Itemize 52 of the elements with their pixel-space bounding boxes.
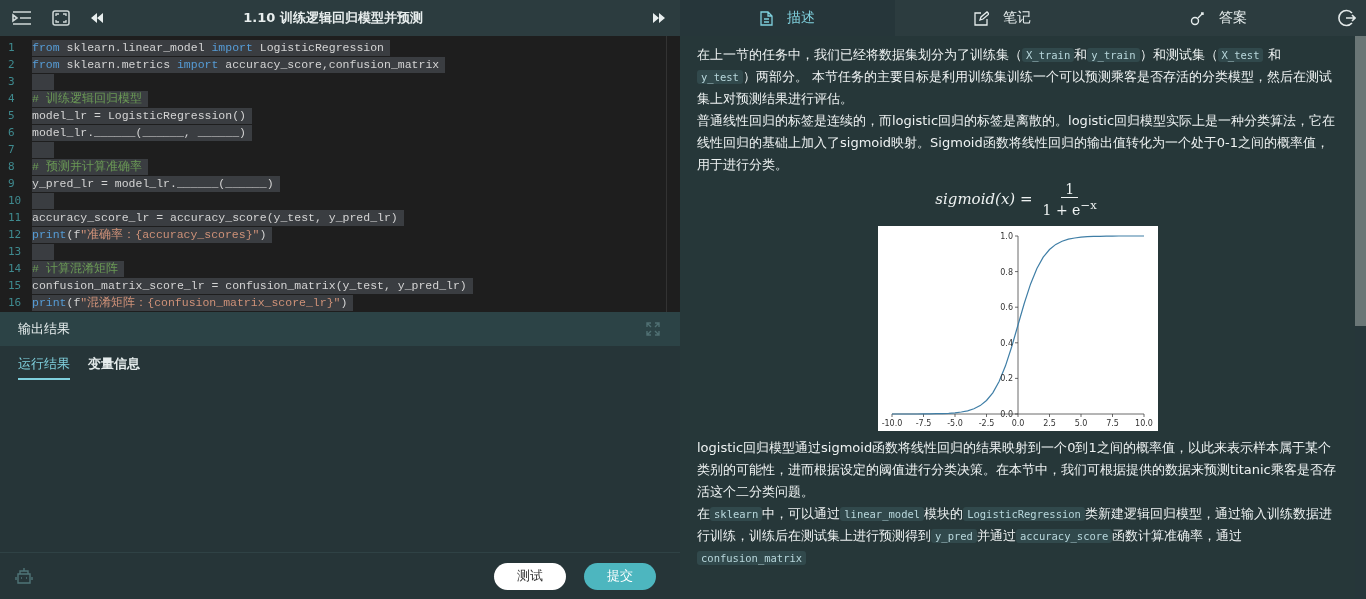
y-tick-label: 1.0 [1000, 232, 1013, 241]
edit-icon [974, 10, 990, 26]
y-tick-label: 0.2 [1000, 374, 1013, 384]
x-tick-label: 2.5 [1043, 419, 1056, 428]
x-tick-label: -7.5 [915, 419, 932, 428]
x-tick-label: 0.0 [1011, 419, 1025, 428]
y-tick-label: 0.8 [1000, 267, 1013, 277]
line-number: 10 [7, 194, 23, 207]
code-editor[interactable] [0, 36, 680, 312]
line-number: 1 [7, 41, 16, 54]
panel-tab[interactable]: 答案 [1110, 0, 1326, 36]
line-number: 12 [7, 228, 23, 241]
y-tick-label: 0.0 [1000, 410, 1013, 419]
lesson-title: 1.10 训练逻辑回归模型并预测 [242, 9, 424, 27]
line-number: 11 [7, 211, 23, 224]
logout-icon[interactable] [1338, 9, 1356, 27]
y-tick-label: 0.4 [1000, 338, 1013, 348]
paragraph: 在 sklearn 中，可以通过 linear_model 模块的 LogisticRegression 类新建逻辑回归模型，通过输入训练数据进行训练，训练后在测试集上进行预测得到 y_pred 并通过 accuracy_score 函数计算准确率，通过 confusion_matrix [697, 505, 1333, 567]
x-tick-label: 10.0 [1135, 419, 1153, 428]
line-number: 16 [7, 296, 23, 309]
paragraph: 普通线性回归的标签是连续的，而logistic回归的标签是离散的。logistic回归模型实际上是一种分类算法，它在线性回归的基础上加入了sigmoid映射。Sigmoid函数将线性回归的输出值转化为一个处于0-1之间的概率值，用于进行分类。 [697, 112, 1337, 174]
action-button[interactable]: 测试 [494, 562, 566, 590]
panel-tab[interactable]: 描述 [680, 0, 896, 36]
x-tick-label: -5.0 [947, 419, 963, 428]
line-number: 15 [7, 279, 23, 292]
document-icon [760, 10, 774, 26]
line-number: 13 [7, 245, 23, 258]
x-tick-label: -10.0 [881, 419, 903, 428]
line-number: 2 [7, 58, 16, 71]
line-number: 4 [7, 92, 16, 105]
output-title: 输出结果 [18, 320, 70, 338]
line-number: 8 [7, 160, 16, 173]
panel-tab[interactable]: 笔记 [895, 0, 1111, 36]
line-number: 3 [7, 75, 16, 88]
x-tick-label: 5.0 [1074, 419, 1088, 428]
fast-forward-icon[interactable] [652, 12, 666, 24]
menu-icon[interactable] [12, 10, 32, 26]
rewind-icon[interactable] [90, 12, 104, 24]
paragraph: 在上一节的任务中，我们已经将数据集划分为了训练集（ X_train 和 y_train ）和测试集（ X_test 和 y_test ）两部分。 本节任务的主要目标是利用训练集训练一个可以预测乘客是否存活的分类模型，然后在测试集上对预测结果进行评估。 [697, 46, 1334, 108]
line-number: 9 [7, 177, 16, 190]
key-icon [1189, 10, 1205, 26]
output-tab[interactable]: 运行结果 [18, 355, 70, 380]
x-tick-label: -2.5 [978, 419, 995, 428]
y-tick-label: 0.6 [1000, 303, 1013, 313]
output-tab[interactable]: 变量信息 [88, 355, 140, 380]
line-number: 7 [7, 143, 16, 156]
line-number: 14 [7, 262, 23, 275]
paragraph: logistic回归模型通过sigmoid函数将线性回归的结果映射到一个0到1之间的概率值，以此来表示样本属于某个类别的可能性，进而根据设定的阈值进行分类决策。在本节中，我们可根据提供的数据来预测titanic乘客是否存活这个二分类问题。 [697, 439, 1337, 501]
fullscreen-icon[interactable] [52, 10, 70, 26]
x-tick-label: 7.5 [1106, 419, 1119, 428]
line-number: 5 [7, 109, 16, 122]
line-number: 6 [7, 126, 16, 139]
